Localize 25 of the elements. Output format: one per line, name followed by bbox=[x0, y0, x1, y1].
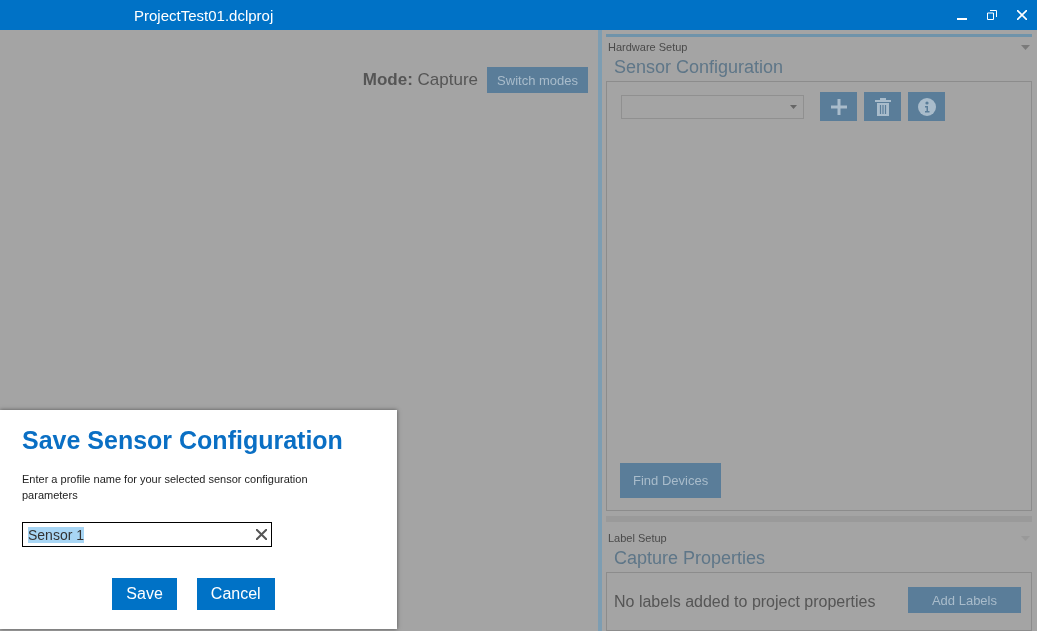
close-icon bbox=[1017, 10, 1027, 20]
delete-button[interactable] bbox=[864, 92, 901, 121]
section-title: Sensor Configuration bbox=[613, 56, 785, 79]
dialog-button[interactable]: Save bbox=[112, 578, 177, 610]
empty-labels-message: No labels added to project properties bbox=[614, 593, 876, 611]
plus-icon bbox=[830, 98, 847, 115]
info-button[interactable] bbox=[908, 92, 945, 121]
dialog-button[interactable]: Cancel bbox=[196, 578, 275, 610]
section-header: Label Setup bbox=[608, 532, 667, 544]
clear-icon[interactable] bbox=[256, 529, 267, 540]
profile-name-field[interactable]: Sensor 1 bbox=[22, 522, 272, 547]
info-icon bbox=[917, 97, 936, 116]
collapse-arrow-icon[interactable] bbox=[1021, 44, 1030, 50]
trash-icon bbox=[874, 97, 891, 116]
add-button[interactable] bbox=[820, 92, 857, 121]
section-header: Hardware Setup bbox=[608, 41, 688, 53]
mode-label: Mode: Capture bbox=[362, 70, 479, 90]
sensor-dropdown[interactable] bbox=[621, 94, 804, 119]
dialog-message: Enter a profile name for your selected sensor configuration parameters bbox=[22, 472, 309, 503]
minimize-icon bbox=[957, 18, 967, 20]
restore-icon bbox=[987, 10, 997, 20]
section-title: Capture Properties bbox=[613, 547, 767, 570]
caret-icon bbox=[790, 104, 797, 109]
dialog-title: Save Sensor Configuration bbox=[22, 426, 344, 455]
window-title: ProjectTest01.dclproj bbox=[134, 6, 275, 24]
